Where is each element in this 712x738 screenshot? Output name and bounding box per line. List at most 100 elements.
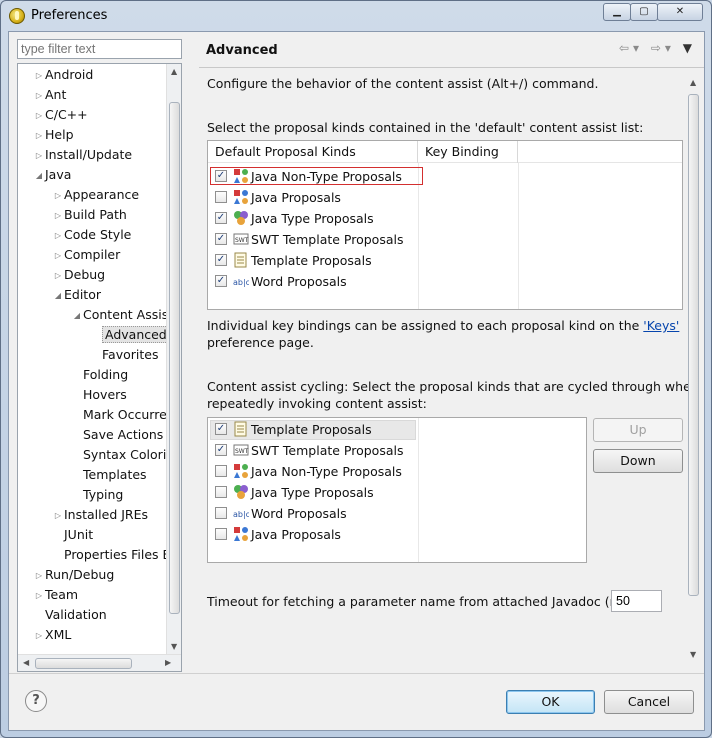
view-menu-icon[interactable]: ▼ — [683, 41, 696, 55]
tree-item[interactable]: Properties Files Ed — [52, 545, 168, 565]
collapsed-arrow-icon[interactable]: ▷ — [33, 146, 45, 166]
tree-item[interactable]: ▷ Installed JREs — [52, 505, 148, 525]
close-icon[interactable]: ✕ — [657, 3, 703, 21]
scroll-up-arrow-icon[interactable]: ▲ — [171, 67, 177, 76]
tree-item-label[interactable]: Team — [45, 587, 78, 602]
forward-icon[interactable]: ⇨ — [651, 41, 665, 55]
proposal-row[interactable]: ab|c Word Proposals — [208, 503, 418, 524]
tree-item-label[interactable]: Ant — [45, 87, 66, 102]
column-header-binding[interactable]: Key Binding — [418, 141, 518, 163]
checkbox-checked[interactable]: ✓ — [215, 275, 227, 287]
tree-item-label[interactable]: Mark Occurren — [83, 407, 168, 422]
back-menu-icon[interactable]: ▾ — [633, 41, 643, 55]
checkbox-checked[interactable]: ✓ — [215, 423, 227, 435]
tree-item[interactable]: Hovers — [71, 385, 127, 405]
proposal-row[interactable]: ✓ SWT SWT Template Proposals — [208, 440, 418, 461]
collapsed-arrow-icon[interactable]: ▷ — [52, 186, 64, 206]
back-icon[interactable]: ⇦ — [619, 41, 633, 55]
tree-item-label[interactable]: Installed JREs — [64, 507, 148, 522]
tree-item[interactable]: ▷ Team — [33, 585, 78, 605]
page-scroll-up-icon[interactable]: ▲ — [690, 78, 696, 87]
proposal-row[interactable]: ✓ Template Proposals — [208, 250, 418, 271]
checkbox-checked[interactable]: ✓ — [215, 170, 227, 182]
tree-item[interactable]: Typing — [71, 485, 123, 505]
minimize-icon[interactable]: ▁ — [603, 3, 631, 21]
tree-vertical-scrollbar[interactable]: ▲ ▼ — [166, 64, 181, 654]
proposal-row[interactable]: ✓ Java Type Proposals — [208, 208, 418, 229]
tree-item[interactable]: Save Actions — [71, 425, 163, 445]
proposal-row[interactable]: Java Non-Type Proposals — [208, 461, 418, 482]
forward-menu-icon[interactable]: ▾ — [665, 41, 675, 55]
checkbox-checked[interactable]: ✓ — [215, 444, 227, 456]
cancel-button[interactable]: Cancel — [604, 690, 694, 714]
timeout-input[interactable] — [611, 590, 662, 612]
collapsed-arrow-icon[interactable]: ▷ — [33, 586, 45, 606]
tree-item[interactable]: ▷ Ant — [33, 85, 66, 105]
tree-item[interactable]: ▷ C/C++ — [33, 105, 88, 125]
page-nav-buttons[interactable]: ⇦▾ ⇨▾ ▼ — [619, 41, 696, 55]
tree-item[interactable]: ◢ Editor — [52, 285, 101, 305]
tree-item-label[interactable]: Build Path — [64, 207, 127, 222]
tree-item-label[interactable]: Install/Update — [45, 147, 132, 162]
tree-item-label[interactable]: C/C++ — [45, 107, 88, 122]
collapsed-arrow-icon[interactable]: ▷ — [33, 126, 45, 146]
tree-item-label[interactable]: Folding — [83, 367, 128, 382]
tree-item-label[interactable]: XML — [45, 627, 71, 642]
collapsed-arrow-icon[interactable]: ▷ — [33, 566, 45, 586]
tree-item-label[interactable]: Java — [45, 167, 71, 182]
collapsed-arrow-icon[interactable]: ▷ — [33, 626, 45, 646]
tree-item-label[interactable]: Typing — [83, 487, 123, 502]
expanded-arrow-icon[interactable]: ◢ — [33, 166, 45, 186]
tree-item[interactable]: ▷ Build Path — [52, 205, 127, 225]
expanded-arrow-icon[interactable]: ◢ — [52, 286, 64, 306]
expanded-arrow-icon[interactable]: ◢ — [71, 306, 83, 326]
tree-item-label[interactable]: Hovers — [83, 387, 127, 402]
collapsed-arrow-icon[interactable]: ▷ — [52, 246, 64, 266]
collapsed-arrow-icon[interactable]: ▷ — [33, 86, 45, 106]
checkbox-unchecked[interactable] — [215, 465, 227, 477]
scroll-left-arrow-icon[interactable]: ◀ — [23, 658, 29, 667]
scroll-down-arrow-icon[interactable]: ▼ — [171, 642, 177, 651]
tree-item-label[interactable]: Code Style — [64, 227, 131, 242]
proposal-row[interactable]: ✓ ab|c Word Proposals — [208, 271, 418, 292]
tree-scroll-thumb[interactable] — [169, 102, 180, 614]
title-bar[interactable]: Preferences ▁ ▢ ✕ — [1, 1, 711, 31]
tree-item[interactable]: ▷ Help — [33, 125, 74, 145]
tree-item-label[interactable]: Compiler — [64, 247, 120, 262]
page-scroll-thumb[interactable] — [688, 94, 699, 596]
tree-item[interactable]: ▷ Android — [33, 65, 93, 85]
tree-item-label[interactable]: Validation — [45, 607, 107, 622]
collapsed-arrow-icon[interactable]: ▷ — [52, 226, 64, 246]
tree-item[interactable]: JUnit — [52, 525, 93, 545]
proposal-row[interactable]: Java Type Proposals — [208, 482, 418, 503]
ok-button[interactable]: OK — [506, 690, 595, 714]
tree-item-label[interactable]: Favorites — [102, 347, 158, 362]
tree-item[interactable]: ▷ Appearance — [52, 185, 139, 205]
tree-item[interactable]: ▷ Install/Update — [33, 145, 132, 165]
tree-item-label[interactable]: Help — [45, 127, 74, 142]
tree-item-label[interactable]: Debug — [64, 267, 105, 282]
tree-item[interactable]: ▷ Code Style — [52, 225, 131, 245]
checkbox-checked[interactable]: ✓ — [215, 212, 227, 224]
tree-item[interactable]: ▷ Debug — [52, 265, 105, 285]
checkbox-checked[interactable]: ✓ — [215, 233, 227, 245]
keys-link[interactable]: 'Keys' — [643, 318, 679, 333]
proposal-row[interactable]: ✓ SWT SWT Template Proposals — [208, 229, 418, 250]
default-proposals-table[interactable]: Default Proposal Kinds Key Binding ✓ Java… — [207, 140, 683, 310]
tree-item[interactable]: ◢ Content Assist — [71, 305, 168, 325]
tree-item[interactable]: Validation — [33, 605, 107, 625]
collapsed-arrow-icon[interactable]: ▷ — [52, 266, 64, 286]
tree-item-label[interactable]: Run/Debug — [45, 567, 114, 582]
tree-item-label[interactable]: JUnit — [64, 527, 93, 542]
up-button[interactable]: Up — [593, 418, 683, 442]
tree-horizontal-scrollbar[interactable]: ◀ ▶ — [18, 654, 181, 671]
tree-item-label[interactable]: Save Actions — [83, 427, 163, 442]
checkbox-unchecked[interactable] — [215, 191, 227, 203]
collapsed-arrow-icon[interactable]: ▷ — [33, 106, 45, 126]
checkbox-checked[interactable]: ✓ — [215, 254, 227, 266]
cycling-proposals-table[interactable]: ✓ Template Proposals ✓ SWT SWT Template Prop… — [207, 417, 587, 563]
collapsed-arrow-icon[interactable]: ▷ — [33, 66, 45, 86]
tree-item-label[interactable]: Templates — [83, 467, 147, 482]
checkbox-unchecked[interactable] — [215, 486, 227, 498]
tree-item[interactable]: ◢ Java — [33, 165, 71, 185]
